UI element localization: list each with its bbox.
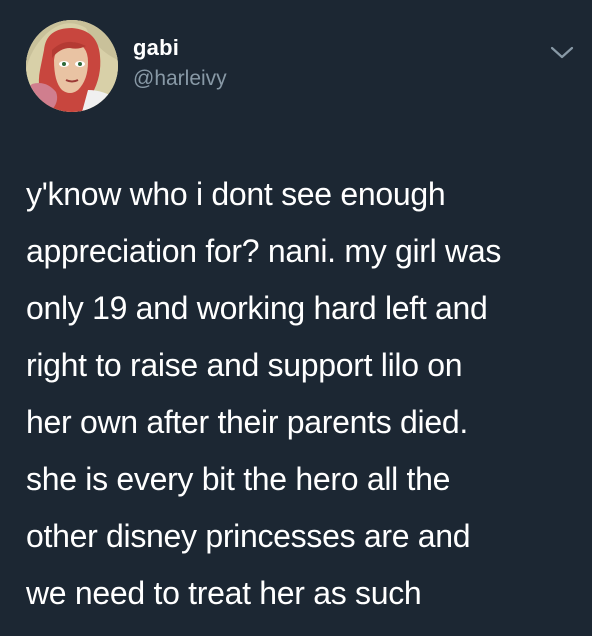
avatar-image [26, 20, 118, 112]
tweet-text-line: we need to treat her as such [26, 575, 422, 611]
user-info[interactable]: gabi @harleivy [133, 34, 227, 93]
avatar[interactable] [26, 20, 118, 112]
chevron-down-icon[interactable] [548, 42, 576, 62]
tweet-text: y'know who i dont see enough appreciatio… [26, 166, 586, 622]
tweet-text-line: other disney princesses are and [26, 518, 471, 554]
tweet-header: gabi @harleivy [26, 20, 576, 116]
tweet-text-line: right to raise and support lilo on [26, 347, 463, 383]
tweet-text-line: she is every bit the hero all the [26, 461, 451, 497]
user-handle[interactable]: @harleivy [133, 65, 227, 93]
tweet-card: gabi @harleivy y'know who i dont see eno… [0, 0, 592, 636]
tweet-text-line: y'know who i dont see enough [26, 176, 446, 212]
tweet-text-line: her own after their parents died. [26, 404, 468, 440]
tweet-text-line: only 19 and working hard left and [26, 290, 488, 326]
tweet-text-line: appreciation for? nani. my girl was [26, 233, 502, 269]
display-name[interactable]: gabi [133, 34, 227, 62]
